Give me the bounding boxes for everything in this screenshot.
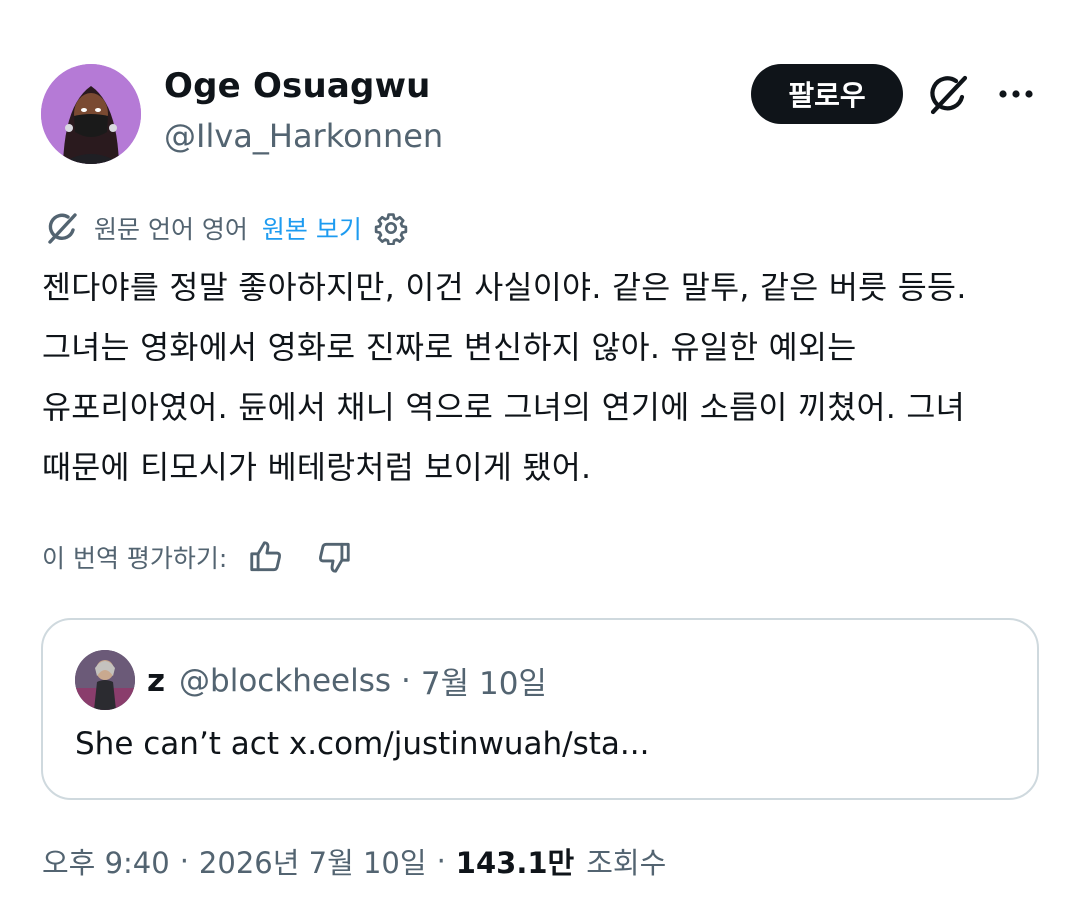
quoted-author-avatar[interactable]	[75, 650, 135, 710]
source-language: 원문 언어 영어	[94, 215, 248, 244]
author-name[interactable]: Oge Osuagwu	[164, 66, 431, 106]
separator-dot: ·	[401, 662, 411, 699]
show-original-link[interactable]: 원본 보기	[262, 210, 362, 246]
thumbs-up-icon[interactable]	[247, 538, 285, 576]
quoted-author-handle: @blockheelss	[179, 662, 392, 699]
translation-bar: 원문 언어 영어 원본 보기	[44, 208, 408, 248]
quoted-tweet[interactable]: z @blockheelss · 7월 10일 She can’t act x.…	[41, 618, 1039, 800]
grok-icon[interactable]	[925, 72, 971, 118]
tweet-time[interactable]: 오후 9:40	[42, 840, 170, 882]
view-count[interactable]: 143.1만	[456, 840, 574, 882]
author-avatar[interactable]	[41, 64, 141, 164]
tweet-date[interactable]: 2026년 7월 10일	[199, 840, 427, 882]
gear-icon[interactable]	[374, 211, 408, 246]
grok-translate-icon	[44, 210, 80, 246]
author-handle[interactable]: @Ilva_Harkonnen	[164, 117, 443, 155]
tweet-text: 젠다야를 정말 좋아하지만, 이건 사실이야. 같은 말투, 같은 버릇 등등.…	[42, 270, 967, 486]
quoted-author-name: z	[147, 662, 166, 699]
thumbs-down-icon[interactable]	[315, 538, 353, 576]
follow-button[interactable]: 팔로우	[751, 64, 903, 124]
quoted-tweet-header: z @blockheelss · 7월 10일	[147, 658, 547, 703]
separator-dot: ·	[436, 844, 446, 878]
separator-dot: ·	[179, 844, 189, 878]
quoted-tweet-text: She can’t act x.com/justinwuah/sta...	[75, 726, 650, 762]
rate-translation-label: 이 번역 평가하기:	[42, 544, 228, 573]
rate-translation-bar: 이 번역 평가하기:	[42, 534, 383, 580]
quoted-tweet-date: 7월 10일	[420, 666, 547, 702]
tweet-metadata: 오후 9:40 · 2026년 7월 10일 · 143.1만 조회수	[42, 840, 666, 882]
view-count-label: 조회수	[586, 846, 667, 880]
more-icon[interactable]	[997, 79, 1035, 109]
